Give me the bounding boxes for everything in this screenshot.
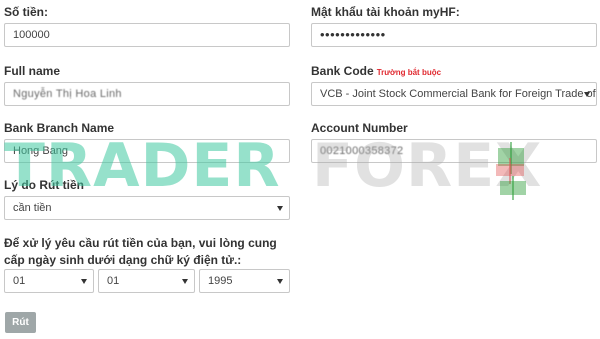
bank-code-label: Bank Code Trường bắt buộc	[311, 64, 441, 78]
dob-prompt: Để xử lý yêu cầu rút tiền của bạn, vui l…	[4, 236, 277, 267]
account-number-label: Account Number	[311, 121, 408, 135]
dob-year-value: 1995	[208, 275, 233, 287]
reason-select[interactable]: cần tiền	[4, 196, 290, 220]
full-name-value: Nguyễn Thị Hoa Linh	[13, 88, 122, 100]
chevron-down-icon	[584, 92, 590, 97]
watermark-forex-text: FOREX	[312, 131, 543, 201]
bank-code-label-text: Bank Code	[311, 64, 374, 78]
dob-year-select[interactable]: 1995	[199, 269, 290, 293]
reason-label: Lý do Rút tiền	[4, 178, 84, 192]
chevron-down-icon	[277, 279, 283, 284]
password-value: •••••••••••••	[320, 27, 386, 42]
amount-input[interactable]: 100000	[4, 23, 290, 47]
withdraw-button[interactable]: Rút	[5, 312, 36, 333]
full-name-label: Full name	[4, 64, 61, 78]
reason-value: cần tiền	[13, 202, 52, 214]
password-label: Mật khẩu tài khoản myHF:	[311, 5, 460, 19]
dob-month-value: 01	[107, 275, 120, 287]
dob-month-select[interactable]: 01	[98, 269, 195, 293]
watermark-trader-text: TRADER	[4, 131, 281, 201]
full-name-input[interactable]: Nguyễn Thị Hoa Linh	[4, 82, 290, 106]
candlestick-green-icon	[500, 176, 526, 200]
amount-label: Số tiền:	[4, 5, 48, 19]
chevron-down-icon	[182, 279, 188, 284]
bank-branch-label: Bank Branch Name	[4, 121, 115, 135]
bank-code-value: VCB - Joint Stock Commercial Bank for Fo…	[320, 88, 596, 100]
chevron-down-icon	[81, 279, 87, 284]
watermark: TRADER FOREX	[0, 126, 600, 206]
bank-code-select[interactable]: VCB - Joint Stock Commercial Bank for Fo…	[311, 82, 597, 106]
password-input[interactable]: •••••••••••••	[311, 23, 597, 47]
account-number-value: 0021000358372	[320, 145, 404, 157]
bank-branch-input[interactable]: Hong Bang	[4, 139, 290, 163]
chevron-down-icon	[277, 206, 283, 211]
dob-day-value: 01	[13, 275, 26, 287]
dob-day-select[interactable]: 01	[4, 269, 94, 293]
required-note: Trường bắt buộc	[376, 68, 442, 77]
account-number-input[interactable]: 0021000358372	[311, 139, 597, 163]
